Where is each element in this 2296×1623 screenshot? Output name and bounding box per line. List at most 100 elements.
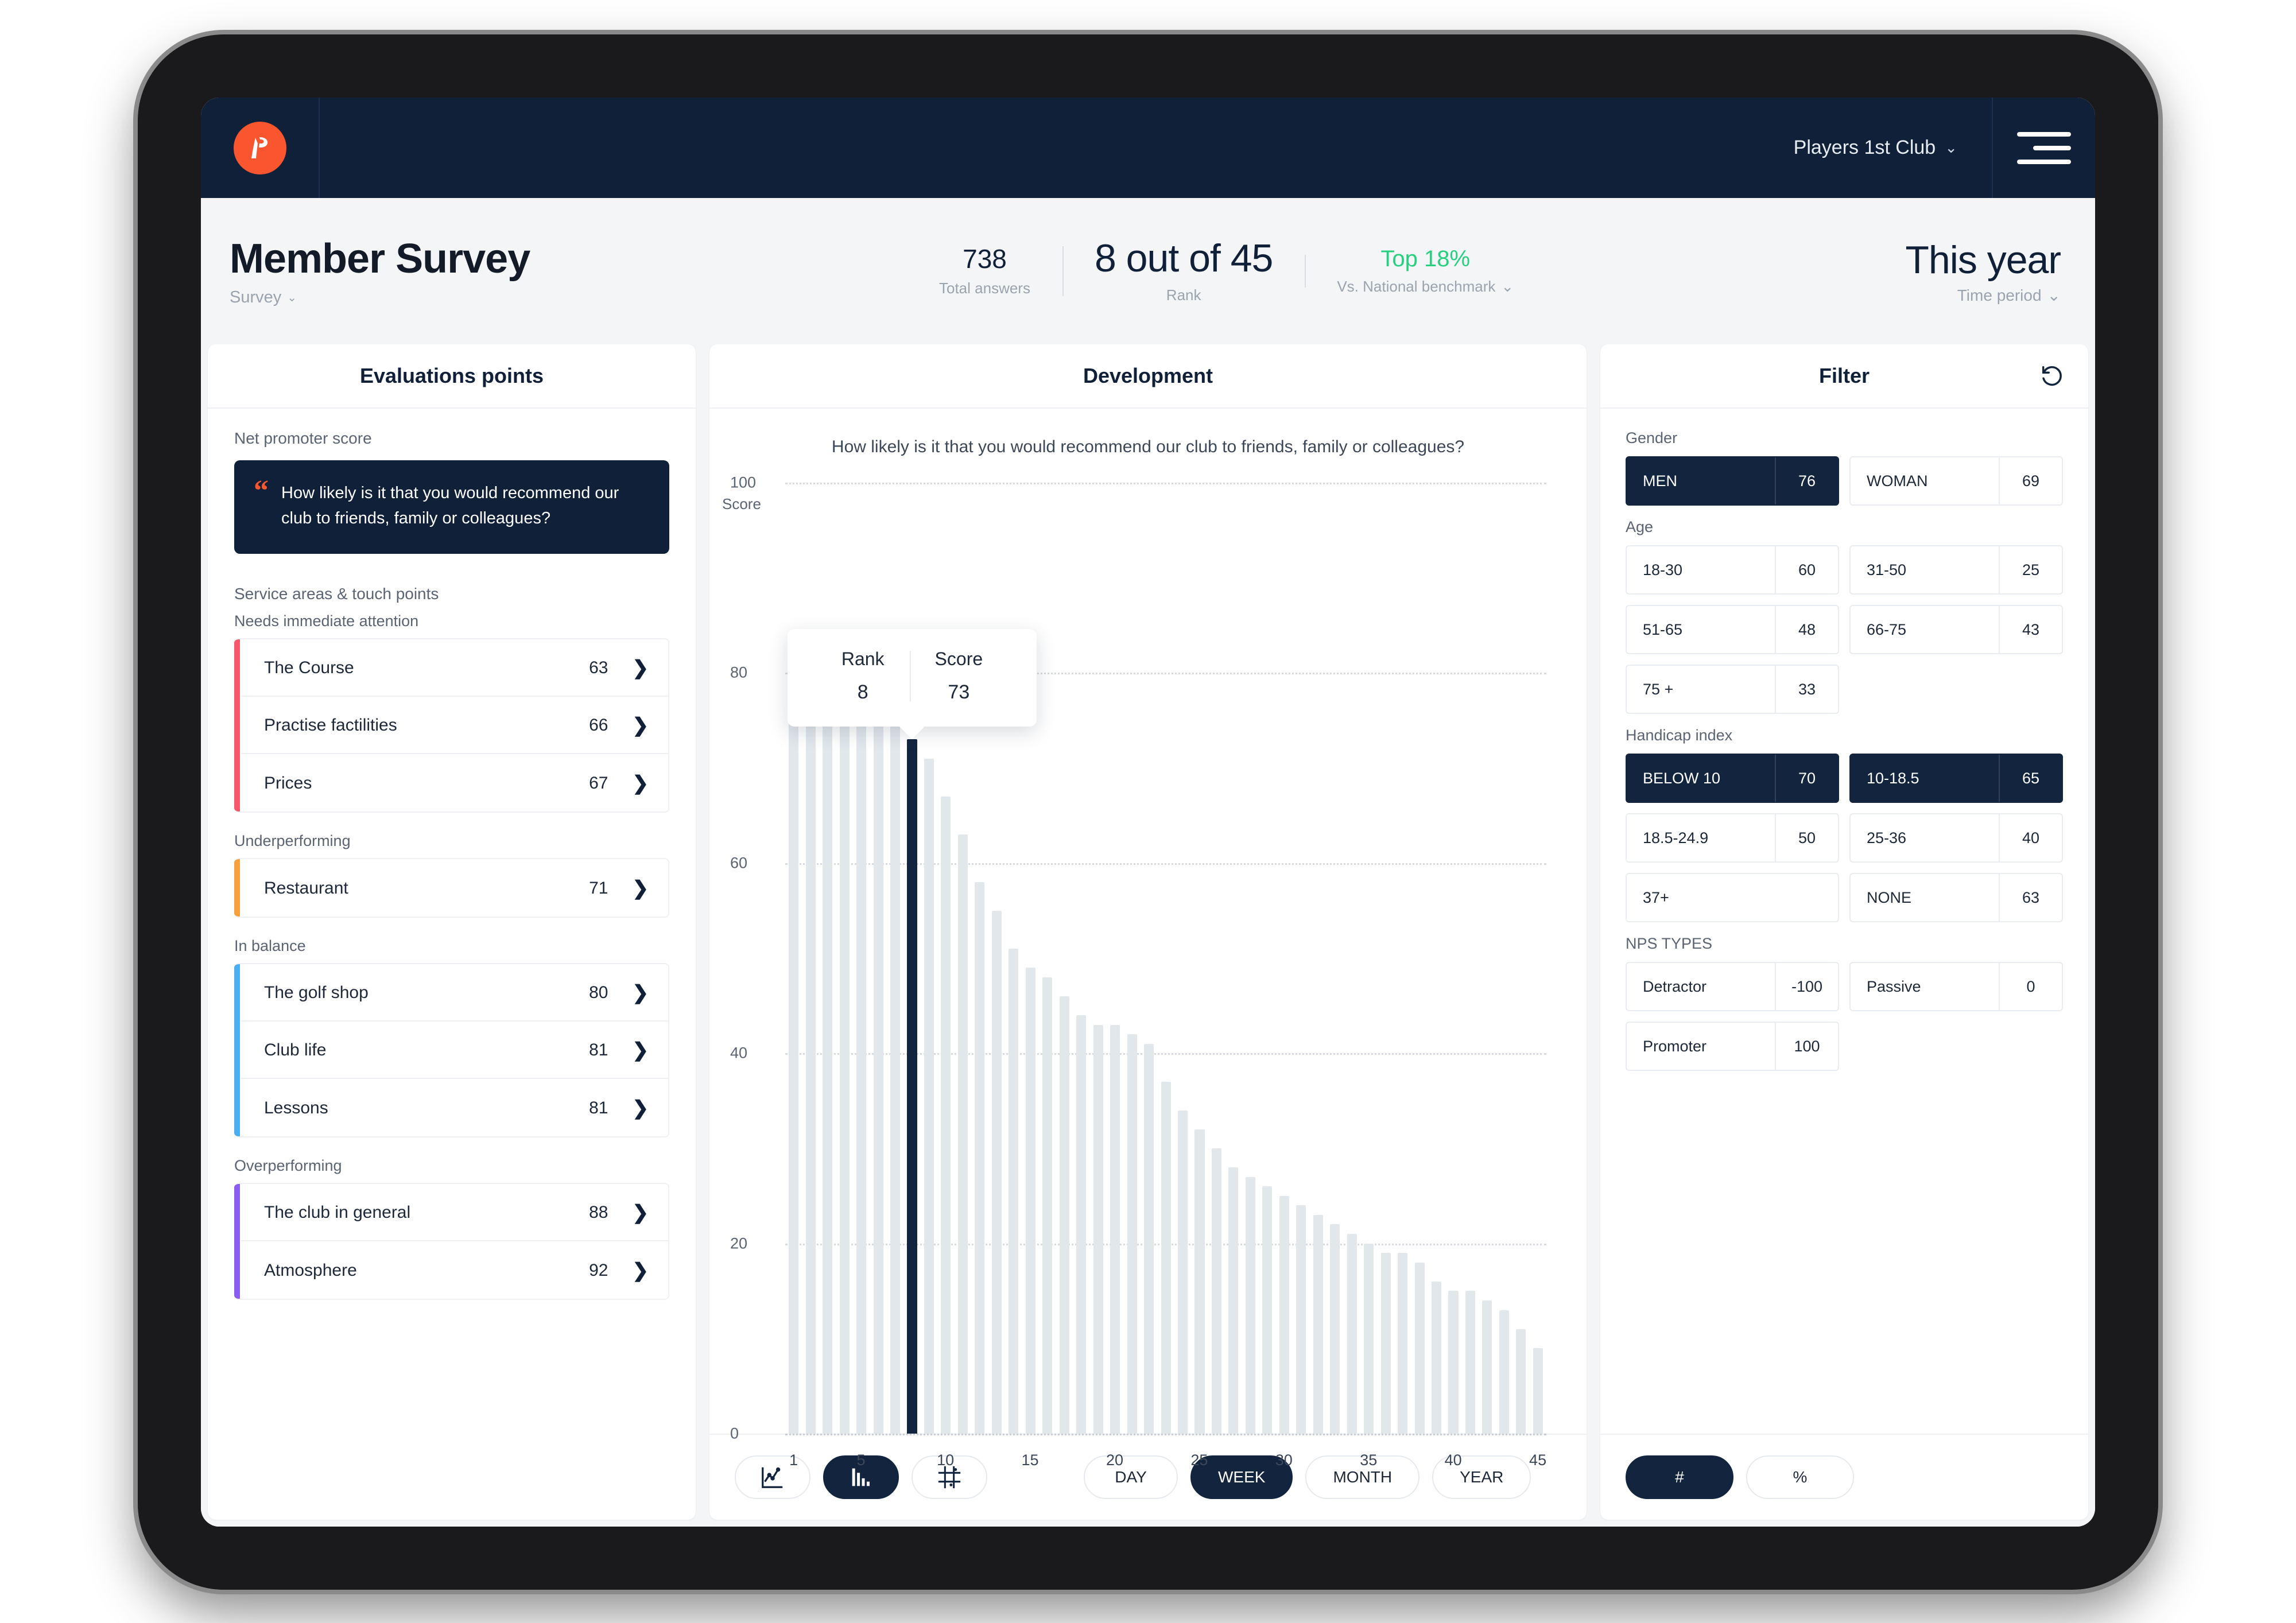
chart-bar-slot[interactable] [988,483,1005,1434]
reset-icon[interactable] [2039,363,2065,389]
time-period-selector[interactable]: This year Time period ⌄ [1905,238,2061,305]
chart-bar-slot[interactable] [1530,483,1546,1434]
service-area-score: 63 [589,658,608,677]
chart-bar-slot[interactable] [1327,483,1343,1434]
filter-chip[interactable]: Detractor -100 [1626,962,1839,1011]
chart-bar-slot[interactable] [836,483,852,1434]
chart-bar-slot[interactable] [1056,483,1073,1434]
chart-bar-slot[interactable] [1141,483,1157,1434]
chart-bar-slot[interactable] [1343,483,1360,1434]
chart-bar-slot[interactable] [887,483,903,1434]
filter-chip[interactable]: 31-50 25 [1849,545,2063,595]
chart-bar-slot[interactable] [971,483,988,1434]
filter-chip[interactable]: 18.5-24.9 50 [1626,813,1839,863]
percent-format-button[interactable]: % [1746,1455,1854,1499]
chart-x-tick-spacer [1411,1451,1428,1469]
chart-bar-slot[interactable] [1174,483,1191,1434]
filter-chip[interactable]: 66-75 43 [1849,605,2063,654]
chart-bar-slot[interactable] [1005,483,1022,1434]
chart-bar-slot[interactable] [1445,483,1461,1434]
bar-chart[interactable]: Score 0 20 40 60 80 100 1 5 10 15 20 25 30 35… [709,474,1546,1469]
filter-chip[interactable]: 18-30 60 [1626,545,1839,595]
filter-chip[interactable]: Passive 0 [1849,962,2063,1011]
chart-bar-slot[interactable] [1089,483,1106,1434]
chart-bar-slot[interactable] [1073,483,1089,1434]
chart-bar-slot[interactable] [1157,483,1174,1434]
app-logo[interactable] [201,98,320,198]
service-area-group-title: Overperforming [234,1157,342,1174]
filter-header: Filter [1600,344,2088,409]
chart-bar-slot[interactable] [870,483,886,1434]
chart-bar-slot[interactable] [1293,483,1309,1434]
filter-chip[interactable]: WOMAN 69 [1849,456,2063,506]
chart-bar-slot[interactable] [1191,483,1208,1434]
chart-bar-slot[interactable] [1496,483,1512,1434]
filter-chip[interactable]: 37+ [1626,873,1839,922]
filter-chip-label: 25-36 [1867,829,1907,847]
table-row[interactable]: Restaurant 71 ❯ [241,859,668,917]
chart-bar-slot[interactable] [1107,483,1123,1434]
filter-chip-label: 10-18.5 [1867,769,1919,787]
chart-bar-slot[interactable] [1123,483,1140,1434]
filter-chip-value: -100 [1775,963,1838,1010]
chart-bar-slot[interactable] [1259,483,1275,1434]
chart-bar [1279,1195,1289,1434]
chart-bar-slot[interactable] [1411,483,1428,1434]
chart-bar-slot[interactable] [1208,483,1225,1434]
chart-bar [1025,968,1035,1434]
filter-chip[interactable]: NONE 63 [1849,873,2063,922]
table-row[interactable]: Atmosphere 92 ❯ [241,1241,668,1299]
filter-chip[interactable]: MEN 76 [1626,456,1839,506]
chart-bar-slot[interactable] [955,483,971,1434]
kpi-benchmark[interactable]: Top 18% Vs. National benchmark ⌄ [1305,247,1546,296]
filter-chip[interactable]: BELOW 10 70 [1626,754,1839,803]
table-row[interactable]: Practise factilities 66 ❯ [241,697,668,754]
survey-selector[interactable]: Survey ⌄ [230,288,907,307]
club-selector[interactable]: Players 1st Club ⌄ [1794,137,1992,159]
number-format-button[interactable]: # [1626,1455,1733,1499]
chart-bar-slot[interactable] [1377,483,1394,1434]
chart-bar-slot[interactable] [921,483,937,1434]
page-title: Member Survey [230,236,530,282]
chart-x-tick-spacer [1140,1451,1157,1469]
chart-bar-slot[interactable] [1479,483,1495,1434]
table-row[interactable]: Prices 67 ❯ [241,754,668,812]
chart-bar-slot[interactable] [1039,483,1056,1434]
table-row[interactable]: Club life 81 ❯ [241,1022,668,1079]
table-row[interactable]: The Course 63 ❯ [241,639,668,697]
filter-chip[interactable]: 75 + 33 [1626,665,1839,714]
chart-bar [1330,1224,1340,1434]
service-area-list: The golf shop 80 ❯ Club life 81 ❯ Lessons 81 ❯ [234,963,669,1137]
chart-bar [1059,996,1069,1434]
filter-chip-label: 37+ [1643,888,1669,906]
chart-bar-slot[interactable] [1022,483,1039,1434]
chart-bar-slot[interactable] [1512,483,1529,1434]
chart-bar-slot[interactable] [937,483,954,1434]
chart-bar-slot[interactable] [1310,483,1327,1434]
table-row[interactable]: The club in general 88 ❯ [241,1184,668,1241]
chart-bar-slot[interactable] [785,483,802,1434]
chart-bar-slot[interactable] [1462,483,1479,1434]
chart-bar-slot[interactable] [1276,483,1293,1434]
filter-chip[interactable]: 25-36 40 [1849,813,2063,863]
chart-bar-slot[interactable] [819,483,836,1434]
chart-bar-slot[interactable] [1394,483,1411,1434]
chart-bar-highlighted [907,739,917,1434]
hamburger-menu-button[interactable] [1992,98,2095,198]
table-row[interactable]: The golf shop 80 ❯ [241,964,668,1022]
chart-bar-slot[interactable] [1225,483,1242,1434]
filter-chip[interactable]: 51-65 48 [1626,605,1839,654]
filter-chip[interactable]: 10-18.5 65 [1849,754,2063,803]
table-row[interactable]: Lessons 81 ❯ [241,1079,668,1136]
chart-bar-slot[interactable] [802,483,819,1434]
chart-x-tick-spacer [836,1451,852,1469]
chart-bar-slot[interactable] [1360,483,1377,1434]
chart-bar-slot[interactable] [903,483,920,1434]
chart-bar [1482,1300,1492,1434]
filter-chip[interactable]: Promoter 100 [1626,1022,1839,1071]
chart-bar-slot[interactable] [1242,483,1259,1434]
chart-bar-slot[interactable] [1428,483,1445,1434]
filter-chip-value: 50 [1775,814,1838,861]
chart-bar-slot[interactable] [853,483,870,1434]
chart-bar [1177,1110,1188,1434]
